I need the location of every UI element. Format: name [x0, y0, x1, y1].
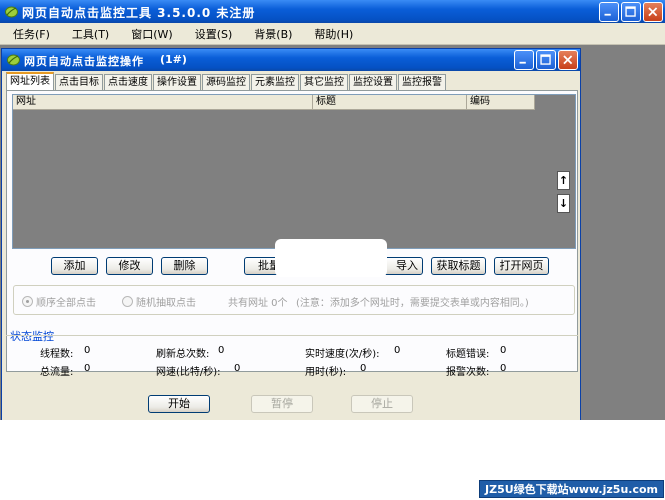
tab-monitor-alarm[interactable]: 监控报警 — [398, 74, 446, 90]
menu-background[interactable]: 背景(B) — [247, 24, 299, 44]
maximize-icon — [625, 6, 636, 17]
stat-netspeed-value: 0 — [234, 363, 241, 374]
stat-netspeed: 网速(比特/秒): 0 — [156, 363, 240, 378]
tab-element-monitor[interactable]: 元素监控 — [251, 74, 299, 90]
column-encoding[interactable]: 编码 — [467, 95, 535, 110]
radio-random-label: 随机抽取点击 — [136, 298, 196, 309]
stat-title-error-label: 标题错误: — [446, 349, 490, 360]
watermark-badge: JZ5U绿色下载站www.jz5u.com — [479, 480, 664, 498]
menu-help[interactable]: 帮助(H) — [307, 24, 360, 44]
app-leaf-icon — [5, 6, 18, 18]
minimize-icon — [519, 61, 526, 64]
edit-button[interactable]: 修改 — [106, 257, 153, 275]
close-icon — [648, 7, 658, 17]
stat-traffic-value: 0 — [84, 363, 91, 374]
radio-random[interactable]: 随机抽取点击 — [122, 294, 196, 309]
note-text: (注意：添加多个网址时，需要提交表单或内容相同。) — [296, 298, 529, 309]
fetch-title-button[interactable]: 获取标题 — [431, 257, 486, 275]
tab-click-target[interactable]: 点击目标 — [55, 74, 103, 90]
arrow-up-icon: ↑ — [558, 174, 569, 187]
main-window-title: 网页自动点击监控工具 3.5.0.0 未注册 — [22, 6, 256, 20]
redaction-overlay — [275, 239, 387, 277]
child-window-title: 网页自动点击监控操作 — [24, 55, 144, 68]
menu-settings[interactable]: 设置(S) — [188, 24, 240, 44]
import-button[interactable]: 导入 — [381, 257, 423, 275]
tab-click-speed[interactable]: 点击速度 — [104, 74, 152, 90]
stat-refresh: 刷新总次数: 0 — [156, 345, 224, 360]
status-section-title: 状态监控 — [10, 330, 54, 343]
stat-elapsed: 用时(秒): 0 — [305, 363, 366, 378]
child-close-button[interactable] — [558, 50, 578, 70]
stat-alarm: 报警次数: 0 — [446, 363, 506, 378]
child-minimize-button[interactable] — [514, 50, 534, 70]
tab-url-list[interactable]: 网址列表 — [6, 72, 54, 90]
stat-refresh-value: 0 — [218, 345, 225, 356]
main-titlebar: 网页自动点击监控工具 3.5.0.0 未注册 — [0, 0, 665, 23]
tab-monitor-settings[interactable]: 监控设置 — [349, 74, 397, 90]
stat-elapsed-label: 用时(秒): — [305, 367, 347, 378]
desktop-background: JZ5U绿色下载站www.jz5u.com — [0, 420, 665, 500]
menu-window[interactable]: 窗口(W) — [124, 24, 179, 44]
column-url[interactable]: 网址 — [13, 95, 313, 110]
move-down-button[interactable]: ↓ — [557, 194, 570, 213]
child-titlebar: 网页自动点击监控操作 (1#) — [2, 49, 580, 71]
stat-threads-value: 0 — [84, 345, 91, 356]
close-button[interactable] — [643, 2, 663, 22]
radio-dot — [22, 296, 33, 307]
stat-refresh-label: 刷新总次数: — [156, 349, 210, 360]
stat-threads: 线程数: 0 — [40, 345, 90, 360]
tab-source-monitor[interactable]: 源码监控 — [202, 74, 250, 90]
stat-title-error-value: 0 — [500, 345, 507, 356]
listview-header: 网址 标题 编码 — [13, 95, 535, 110]
url-listview[interactable]: 网址 标题 编码 — [12, 94, 576, 249]
radio-sequential-label: 顺序全部点击 — [36, 298, 96, 309]
delete-button[interactable]: 删除 — [161, 257, 208, 275]
stat-speed-value: 0 — [394, 345, 401, 356]
menubar: 任务(F) 工具(T) 窗口(W) 设置(S) 背景(B) 帮助(H) — [0, 23, 665, 45]
url-count-text: 共有网址 0个 — [228, 298, 288, 309]
stop-button[interactable]: 停止 — [351, 395, 413, 413]
stat-alarm-label: 报警次数: — [446, 367, 490, 378]
stat-threads-label: 线程数: — [40, 349, 74, 360]
tab-other-monitor[interactable]: 其它监控 — [300, 74, 348, 90]
tab-operation-settings[interactable]: 操作设置 — [153, 74, 201, 90]
stat-netspeed-label: 网速(比特/秒): — [156, 367, 221, 378]
move-up-button[interactable]: ↑ — [557, 171, 570, 190]
radio-sequential[interactable]: 顺序全部点击 — [22, 294, 96, 309]
status-divider — [6, 335, 578, 336]
menu-task[interactable]: 任务(F) — [6, 24, 57, 44]
stat-elapsed-value: 0 — [360, 363, 367, 374]
menu-tools[interactable]: 工具(T) — [65, 24, 116, 44]
minimize-icon — [604, 13, 611, 16]
stat-alarm-value: 0 — [500, 363, 507, 374]
child-window: 网页自动点击监控操作 (1#) 网址列表 点击目标 点击速度 操作设置 源码监控… — [1, 48, 581, 421]
child-window-number: (1#) — [160, 53, 187, 66]
arrow-down-icon: ↓ — [558, 197, 569, 210]
stat-traffic-label: 总流量: — [40, 367, 74, 378]
radio-dot — [122, 296, 133, 307]
stat-speed: 实时速度(次/秒): 0 — [305, 345, 400, 360]
start-button[interactable]: 开始 — [148, 395, 210, 413]
maximize-button[interactable] — [621, 2, 641, 22]
close-icon — [563, 55, 573, 65]
child-leaf-icon — [7, 54, 20, 66]
stat-traffic: 总流量: 0 — [40, 363, 90, 378]
open-page-button[interactable]: 打开网页 — [494, 257, 549, 275]
url-list-panel: 网址 标题 编码 ↑ ↓ 添加 修改 删除 批量 导入 获取标题 打开网页 顺序… — [6, 90, 578, 372]
column-title[interactable]: 标题 — [313, 95, 467, 110]
pause-button[interactable]: 暂停 — [251, 395, 313, 413]
add-button[interactable]: 添加 — [51, 257, 98, 275]
child-maximize-button[interactable] — [536, 50, 556, 70]
minimize-button[interactable] — [599, 2, 619, 22]
tab-strip: 网址列表 点击目标 点击速度 操作设置 源码监控 元素监控 其它监控 监控设置 … — [6, 72, 447, 90]
stat-speed-label: 实时速度(次/秒): — [305, 349, 380, 360]
click-mode-group: 顺序全部点击 随机抽取点击 共有网址 0个 (注意：添加多个网址时，需要提交表单… — [13, 285, 575, 315]
stat-title-error: 标题错误: 0 — [446, 345, 506, 360]
maximize-icon — [540, 54, 551, 65]
